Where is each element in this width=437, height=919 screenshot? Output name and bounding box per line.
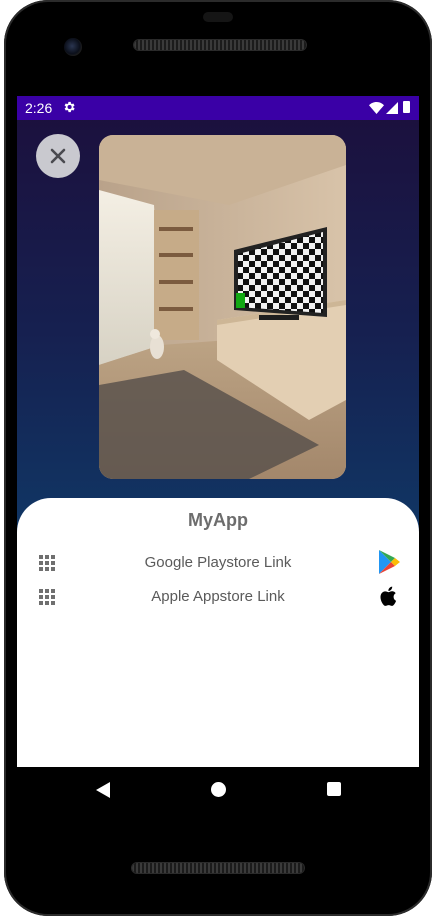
sheet-title: MyApp [188,510,248,530]
cell-signal-icon [386,102,398,114]
close-button[interactable] [36,134,80,178]
grid-icon [39,555,55,571]
bottom-speaker [132,863,304,873]
list-item-label: Apple Appstore Link [151,588,285,605]
google-play-icon[interactable] [376,549,402,575]
battery-icon [403,101,410,113]
status-time: 2:26 [25,100,53,116]
ar-preview-image [99,135,346,479]
phone-frame: 2:26 MyApp Google Playstore Link Apple A… [4,0,432,916]
wifi-icon [369,102,384,114]
gear-icon [64,101,75,113]
list-item-google-play[interactable]: Google Playstore Link [17,547,419,577]
status-bar: 2:26 [17,96,419,120]
screen: 2:26 MyApp Google Playstore Link Apple A… [17,96,419,767]
room-with-tv-preview [99,135,346,479]
recents-square-icon[interactable] [327,782,341,796]
home-circle-icon[interactable] [211,782,226,797]
grid-icon [39,589,55,605]
list-item-label: Google Playstore Link [144,554,292,571]
bottom-sheet: MyApp Google Playstore Link Apple Appsto… [17,498,419,767]
list-item-apple-appstore[interactable]: Apple Appstore Link [17,581,419,611]
front-camera [64,38,82,56]
apple-icon[interactable] [376,583,402,609]
system-nav-bar [4,767,432,817]
close-icon [50,148,66,164]
top-speaker [134,40,306,50]
earpiece-notch [203,12,233,22]
back-triangle-icon[interactable] [96,782,110,798]
